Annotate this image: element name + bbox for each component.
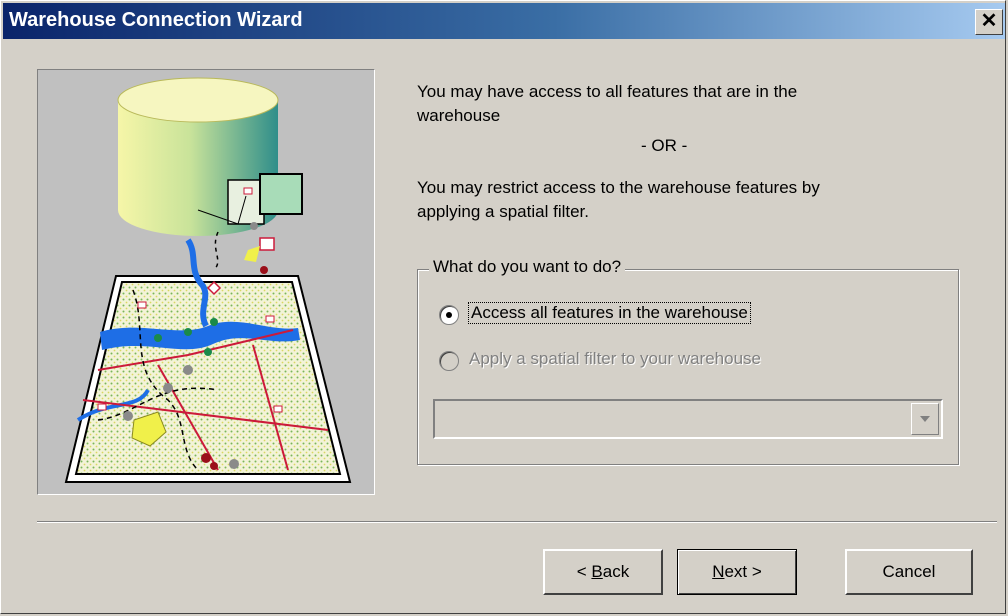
database-to-map-illustration [37, 69, 375, 495]
dropdown-button[interactable] [911, 403, 939, 435]
title-bar[interactable]: Warehouse Connection Wizard ✕ [3, 3, 1005, 39]
back-button-rest: ack [602, 562, 630, 581]
or-separator-text: - OR - [641, 136, 688, 155]
spatial-filter-select[interactable] [433, 399, 943, 439]
back-button-prefix: < [576, 562, 592, 581]
access-all-label[interactable]: Access all features in the warehouse [468, 302, 751, 324]
description-line-3: You may restrict access to the warehouse… [417, 178, 820, 197]
description-line-4: applying a spatial filter. [417, 202, 589, 221]
next-button-mnemonic: N [712, 562, 725, 581]
back-button-mnemonic: B [591, 562, 603, 581]
access-all-radio[interactable] [439, 305, 459, 325]
description-line-1: You may have access to all features that… [417, 82, 798, 101]
cancel-button[interactable]: Cancel [845, 549, 973, 595]
close-icon: ✕ [980, 10, 998, 32]
spatial-filter-label[interactable]: Apply a spatial filter to your warehouse [469, 349, 761, 369]
next-button[interactable]: Next > [677, 549, 797, 595]
close-button[interactable]: ✕ [975, 9, 1003, 35]
group-legend: What do you want to do? [429, 257, 626, 277]
radio-selected-dot [446, 312, 452, 318]
illustration-graphic [64, 77, 352, 483]
window-title: Warehouse Connection Wizard [9, 9, 303, 31]
cancel-button-label: Cancel [882, 562, 936, 581]
spatial-filter-radio[interactable] [439, 351, 459, 371]
button-separator [37, 521, 997, 523]
wizard-window: Warehouse Connection Wizard ✕ You may ha… [0, 0, 1006, 614]
back-button[interactable]: < Back [543, 549, 663, 595]
chevron-down-icon [920, 416, 930, 422]
description-line-2: warehouse [417, 106, 501, 125]
next-button-rest: ext > [724, 562, 762, 581]
